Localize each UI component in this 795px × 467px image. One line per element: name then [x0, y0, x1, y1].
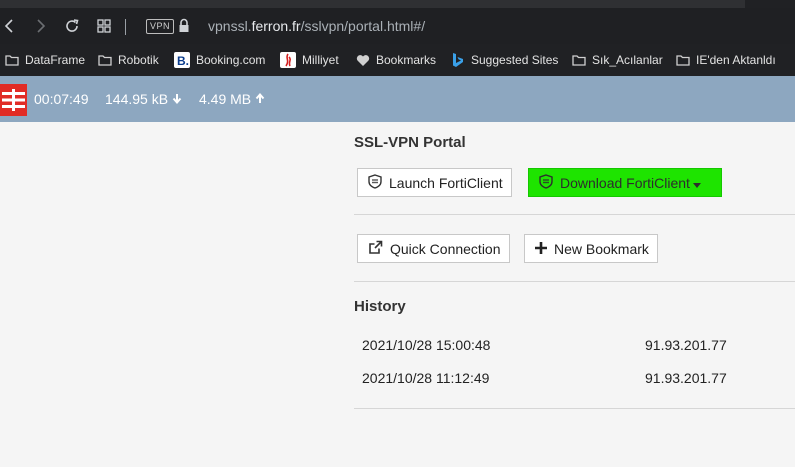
history-title: History	[354, 298, 406, 315]
arrow-up-icon	[255, 90, 265, 108]
reload-icon[interactable]	[62, 8, 82, 44]
quick-connection-label: Quick Connection	[390, 240, 501, 257]
bookmarks-bar: DataFrame Robotik B. Booking.com Milliye…	[0, 44, 795, 76]
launch-forticlient-button[interactable]: Launch FortiClient	[357, 168, 512, 197]
divider	[354, 408, 795, 409]
url-prefix: vpnssl.	[208, 18, 252, 34]
bytes-sent: 4.49 MB	[199, 90, 265, 108]
history-ip: 91.93.201.77	[645, 370, 727, 386]
url-host: ferron.fr	[251, 18, 301, 34]
external-link-icon	[368, 240, 383, 258]
connection-duration: 00:07:49	[34, 90, 89, 108]
bookmark-label: IE'den Aktanldı	[696, 53, 776, 67]
svg-text:B.: B.	[177, 54, 189, 68]
booking-icon: B.	[174, 52, 190, 68]
bookmark-ieden-aktanldi[interactable]: IE'den Aktanldı	[676, 44, 776, 76]
bookmark-label: Booking.com	[196, 53, 266, 67]
history-ip: 91.93.201.77	[645, 337, 727, 353]
bookmark-robotik[interactable]: Robotik	[98, 44, 159, 76]
back-icon[interactable]	[0, 8, 18, 44]
bookmark-label: Milliyet	[302, 53, 339, 67]
duration-value: 00:07:49	[34, 91, 89, 107]
divider	[354, 214, 795, 215]
vpn-badge[interactable]: VPN	[146, 19, 175, 34]
browser-toolbar: VPN vpnssl.ferron.fr/sslvpn/portal.html#…	[0, 8, 795, 44]
address-bar[interactable]: vpnssl.ferron.fr/sslvpn/portal.html#/	[208, 17, 425, 35]
url-path: /sslvpn/portal.html#/	[300, 18, 426, 34]
window-top-strip	[0, 0, 795, 8]
lock-icon[interactable]	[178, 18, 190, 39]
caret-down-icon	[692, 175, 701, 191]
bookmark-bookmarks[interactable]: Bookmarks	[356, 44, 436, 76]
download-forticlient-button[interactable]: Download FortiClient	[528, 168, 722, 197]
bookmark-label: Sık_Acılanlar	[592, 53, 663, 67]
heart-icon	[356, 54, 370, 67]
history-date: 2021/10/28 11:12:49	[362, 370, 490, 386]
folder-icon	[98, 54, 112, 66]
folder-icon	[572, 54, 586, 66]
history-date: 2021/10/28 15:00:48	[362, 337, 491, 353]
bookmark-label: Robotik	[118, 53, 159, 67]
quick-connection-button[interactable]: Quick Connection	[357, 234, 510, 263]
folder-icon	[676, 54, 690, 66]
plus-icon	[535, 241, 547, 257]
bing-icon	[451, 52, 465, 68]
new-bookmark-label: New Bookmark	[554, 240, 649, 257]
tab-strip	[0, 0, 745, 8]
bookmark-label: DataFrame	[25, 53, 86, 67]
apps-grid-icon[interactable]	[94, 8, 114, 44]
history-row: 2021/10/28 15:00:48 91.93.201.77	[354, 329, 795, 361]
folder-icon	[5, 54, 19, 66]
fortinet-logo-icon[interactable]	[0, 84, 27, 116]
bookmark-label: Bookmarks	[376, 53, 437, 67]
page-title: SSL-VPN Portal	[354, 134, 466, 151]
vpn-status-bar: 00:07:49 144.95 kB 4.49 MB	[0, 76, 795, 122]
divider	[354, 281, 795, 282]
launch-forticlient-label: Launch FortiClient	[389, 174, 503, 191]
arrow-down-icon	[172, 90, 182, 108]
sent-value: 4.49 MB	[199, 91, 252, 107]
bookmark-sik-acilanlar[interactable]: Sık_Acılanlar	[572, 44, 663, 76]
bookmark-label: Suggested Sites	[471, 53, 559, 67]
bytes-received: 144.95 kB	[105, 90, 182, 108]
forticlient-shield-icon	[368, 173, 382, 192]
received-value: 144.95 kB	[105, 91, 169, 107]
download-forticlient-label: Download FortiClient	[560, 174, 690, 191]
forticlient-shield-icon	[539, 173, 553, 192]
bookmark-milliyet[interactable]: Milliyet	[280, 44, 339, 76]
toolbar-separator	[125, 19, 126, 35]
bookmark-suggested-sites[interactable]: Suggested Sites	[451, 44, 558, 76]
portal-main: SSL-VPN Portal Launch FortiClient Downlo…	[0, 122, 795, 467]
bookmark-dataframe[interactable]: DataFrame	[5, 44, 85, 76]
milliyet-icon	[280, 52, 296, 68]
new-bookmark-button[interactable]: New Bookmark	[524, 234, 658, 263]
bookmark-booking[interactable]: B. Booking.com	[174, 44, 265, 76]
history-row: 2021/10/28 11:12:49 91.93.201.77	[354, 362, 795, 394]
forward-icon[interactable]	[32, 8, 50, 44]
